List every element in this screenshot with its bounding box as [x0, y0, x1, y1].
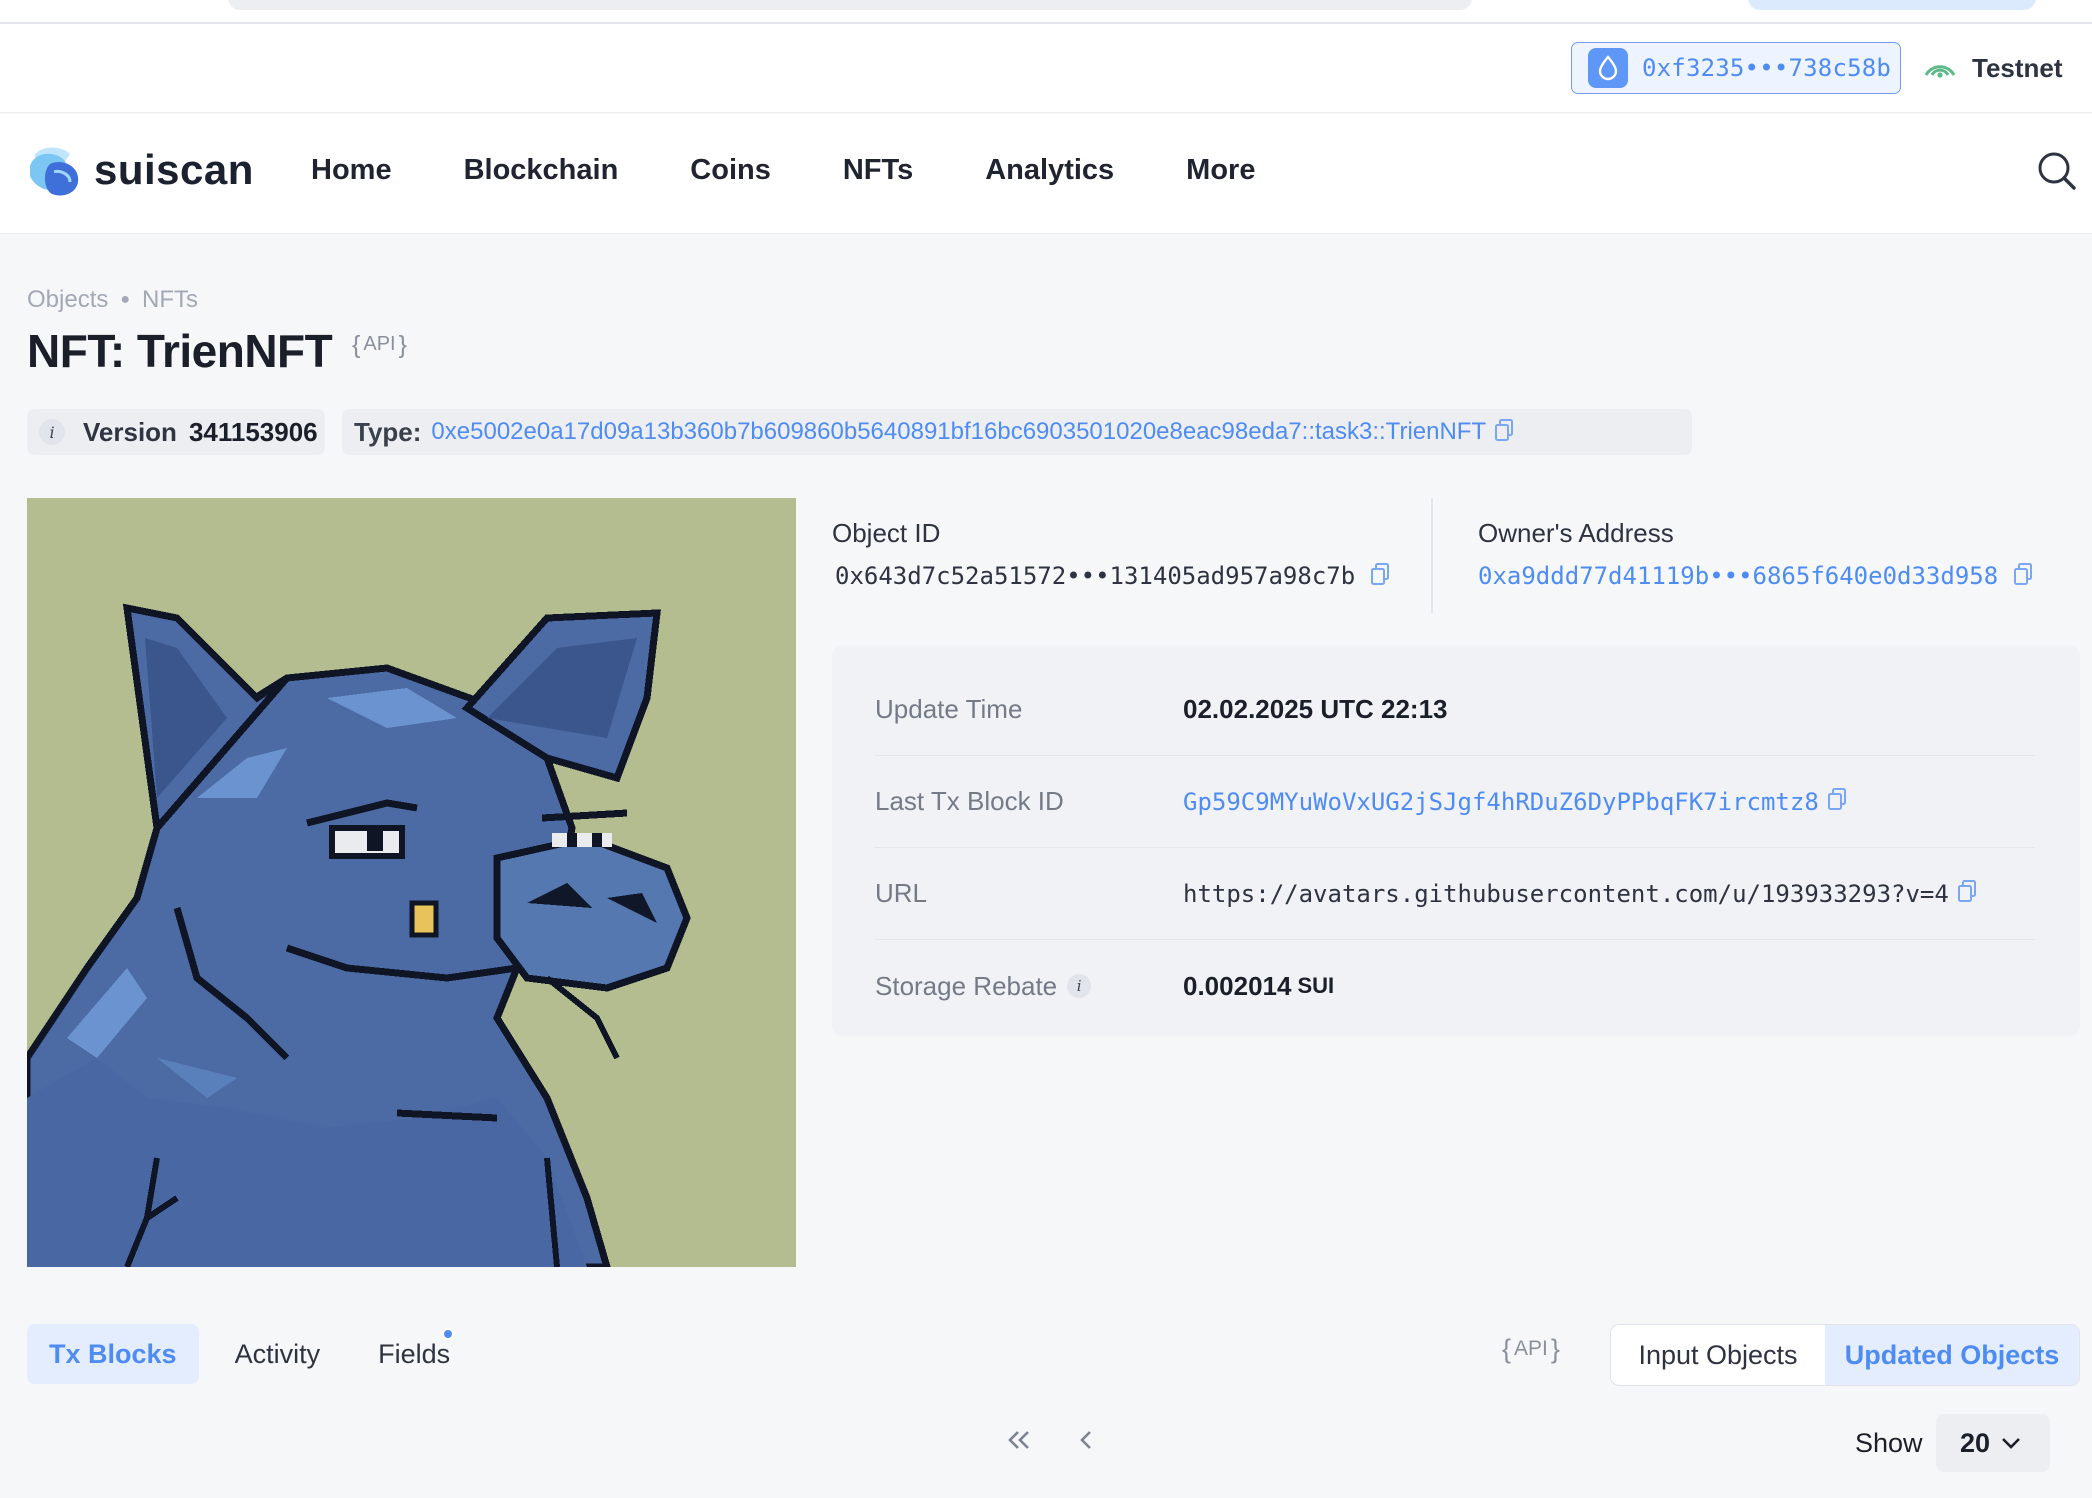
nav-more[interactable]: More	[1186, 154, 1255, 187]
nav-home[interactable]: Home	[311, 154, 392, 187]
brand-name: suiscan	[94, 146, 254, 193]
breadcrumb-objects[interactable]: Objects	[27, 286, 108, 314]
storage-rebate-label: Storage Rebate	[875, 970, 1058, 1001]
version-chip: i Version 341153906	[27, 409, 325, 455]
connect-button-remnant	[1748, 0, 2036, 10]
browser-top-strip	[0, 0, 2092, 24]
sui-drop-icon	[1588, 48, 1628, 88]
type-value-link[interactable]: 0xe5002e0a17d09a13b360b7b609860b5640891b…	[431, 418, 1486, 446]
type-label: Type:	[354, 416, 422, 447]
type-chip: Type: 0xe5002e0a17d09a13b360b7b609860b56…	[342, 409, 1692, 455]
object-id-value: 0x643d7c52a51572•••131405ad957a98c7b	[835, 562, 1356, 590]
object-id-row: 0x643d7c52a51572•••131405ad957a98c7b	[835, 562, 1390, 593]
api-label: API	[363, 333, 396, 355]
detail-row-update-time: Update Time 02.02.2025 UTC 22:13	[875, 664, 2035, 756]
nav-analytics[interactable]: Analytics	[985, 154, 1114, 187]
nav-nfts[interactable]: NFTs	[843, 154, 913, 187]
tab-bar: Tx Blocks Activity Fields	[27, 1324, 486, 1384]
notification-dot	[442, 1328, 455, 1340]
brand-logo[interactable]: suiscan	[28, 142, 254, 198]
first-page-button[interactable]	[1006, 1426, 1032, 1458]
api-label: API	[1514, 1337, 1548, 1360]
copy-icon[interactable]	[1370, 562, 1390, 593]
tab-fields[interactable]: Fields	[356, 1324, 472, 1384]
copy-icon[interactable]	[1827, 787, 1847, 816]
tab-tx-blocks[interactable]: Tx Blocks	[27, 1324, 199, 1384]
wallet-bar: 0xf3235•••738c58b Testnet	[0, 24, 2092, 113]
chevron-left-icon	[1080, 1431, 1091, 1449]
tab-activity[interactable]: Activity	[213, 1324, 343, 1384]
owner-address-label: Owner's Address	[1478, 518, 1674, 548]
show-label: Show	[1855, 1428, 1923, 1458]
detail-key: Update Time	[875, 694, 1023, 724]
copy-icon[interactable]	[1957, 879, 1977, 908]
owner-address-row: 0xa9ddd77d41119b•••6865f640e0d33d958	[1478, 562, 2033, 593]
detail-row-url: URL https://avatars.githubusercontent.co…	[875, 848, 2035, 940]
nav-blockchain[interactable]: Blockchain	[464, 154, 619, 187]
divider	[1431, 498, 1433, 613]
network-indicator[interactable]: Testnet	[1922, 50, 2063, 86]
last-tx-link[interactable]: Gp59C9MYuWoVxUG2jSJgf4hRDuZ6DyPPbqFK7irc…	[1183, 788, 1819, 816]
network-label: Testnet	[1972, 52, 2063, 83]
suiscan-logo-icon	[30, 147, 79, 196]
tab-fields-label: Fields	[378, 1338, 451, 1369]
previous-page-button[interactable]	[1078, 1426, 1094, 1458]
owner-address-link[interactable]: 0xa9ddd77d41119b•••6865f640e0d33d958	[1478, 562, 1998, 590]
url-value: https://avatars.githubusercontent.com/u/…	[1183, 879, 1949, 908]
detail-key: URL	[875, 878, 928, 908]
wallet-address-chip[interactable]: 0xf3235•••738c58b	[1571, 42, 1901, 94]
objects-segmented-control: Input Objects Updated Objects	[1610, 1324, 2080, 1386]
page-size-value: 20	[1960, 1427, 1991, 1458]
breadcrumb-separator: ●	[120, 291, 131, 308]
input-objects-button[interactable]: Input Objects	[1611, 1325, 1825, 1385]
info-icon[interactable]: i	[1067, 974, 1092, 998]
detail-key: Last Tx Block ID	[875, 786, 1064, 816]
detail-row-last-tx: Last Tx Block ID Gp59C9MYuWoVxUG2jSJgf4h…	[875, 756, 2035, 848]
breadcrumb-nfts[interactable]: NFTs	[142, 286, 198, 314]
main-nav: Home Blockchain Coins NFTs Analytics Mor…	[311, 154, 1327, 187]
info-icon: i	[39, 419, 65, 445]
search-icon	[2038, 152, 2076, 190]
detail-value: 02.02.2025 UTC 22:13	[1183, 694, 1448, 724]
wallet-address: 0xf3235•••738c58b	[1642, 54, 1892, 82]
search-button[interactable]	[2036, 150, 2078, 197]
api-button[interactable]: {API}	[352, 331, 407, 360]
copy-icon[interactable]	[2013, 562, 2033, 593]
storage-rebate-value: 0.002014	[1183, 970, 1292, 1001]
chevron-down-icon	[2002, 1438, 2020, 1449]
copy-icon[interactable]	[1494, 418, 1514, 447]
details-card: Update Time 02.02.2025 UTC 22:13 Last Tx…	[832, 646, 2080, 1036]
search-bar-remnant	[228, 0, 1472, 10]
nav-coins[interactable]: Coins	[690, 154, 771, 187]
main-navbar: suiscan Home Blockchain Coins NFTs Analy…	[0, 114, 2092, 234]
version-label: Version	[83, 416, 177, 447]
signal-icon	[1924, 65, 1956, 78]
breadcrumb: Objects ● NFTs	[27, 286, 198, 314]
updated-objects-button[interactable]: Updated Objects	[1825, 1325, 2079, 1385]
detail-key: Storage Rebate i	[875, 971, 1183, 1002]
currency-unit: SUI	[1297, 973, 1335, 998]
api-button[interactable]: {API}	[1502, 1334, 1560, 1365]
detail-row-storage-rebate: Storage Rebate i 0.002014 SUI	[875, 940, 2035, 1032]
version-value: 341153906	[188, 416, 318, 447]
page-title: NFT: TrienNFT	[27, 325, 333, 377]
double-chevron-left-icon	[1008, 1431, 1029, 1449]
object-id-label: Object ID	[832, 518, 941, 548]
nft-image	[27, 498, 796, 1267]
page-size-select[interactable]: 20	[1936, 1414, 2050, 1472]
